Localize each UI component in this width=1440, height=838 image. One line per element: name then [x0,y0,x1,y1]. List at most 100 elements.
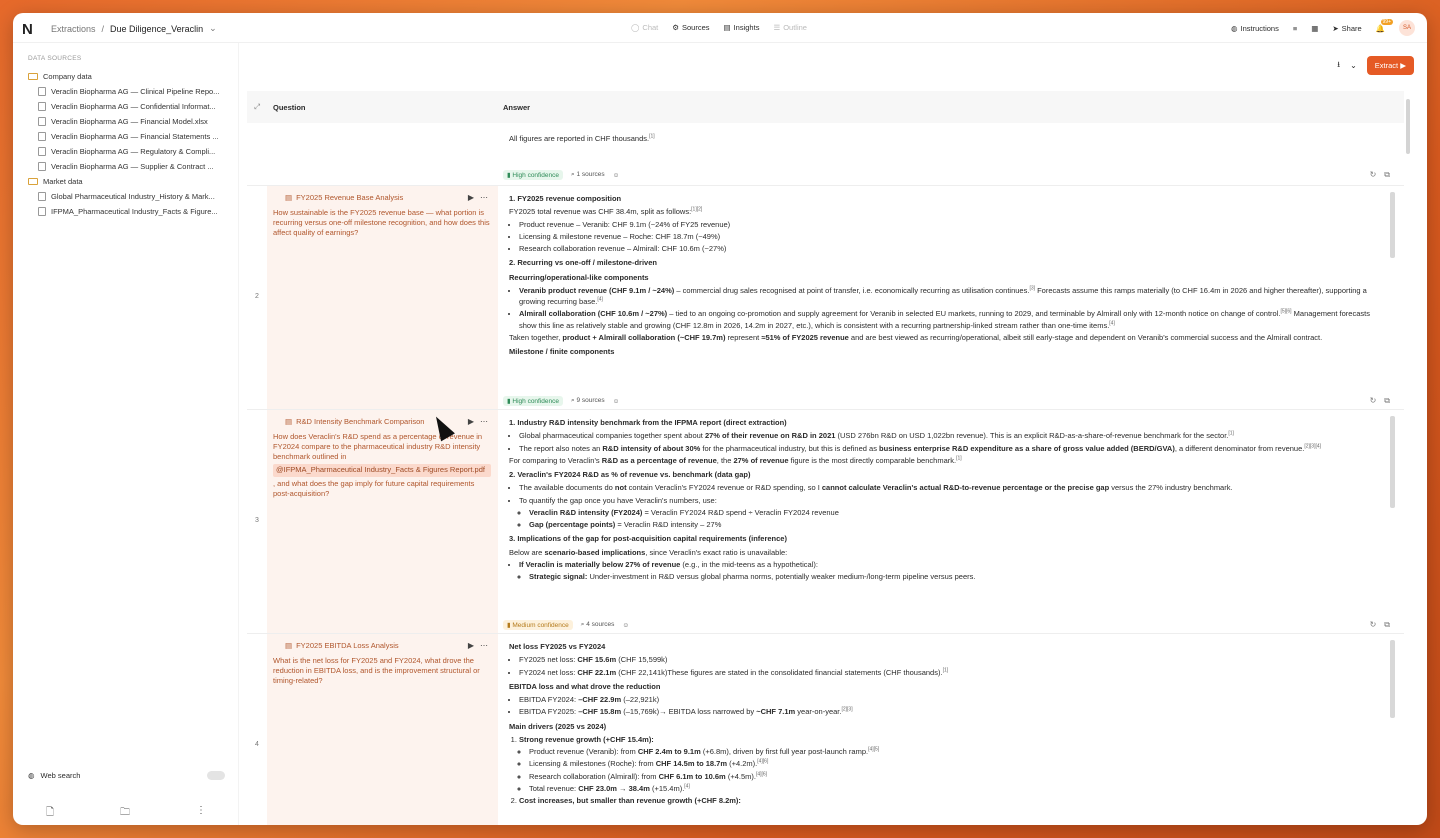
list-item: The report also notes an R&D intensity o… [519,443,1387,454]
table-header: ⤢ Question Answer [247,91,1404,123]
avatar[interactable]: SA [1399,20,1415,36]
user-icon[interactable]: ☺ [613,172,620,179]
send-icon: ➤ [1332,23,1339,33]
app-window: N Extractions / Due Diligence_Veraclin ⌄… [13,13,1427,825]
more-icon[interactable]: ⋯ [480,417,488,426]
tab-chat[interactable]: ◯ Chat [631,23,658,32]
sources-count[interactable]: ⌕ 1 sources [571,171,605,179]
refresh-icon[interactable]: ↻ [1370,396,1377,406]
answer-heading: 2. Veraclin's FY2024 R&D as % of revenue… [509,470,751,479]
answer-heading: 3. Implications of the gap for post-acqu… [509,534,787,544]
row-actions: ↻ ⧉ [1370,396,1390,406]
cell-scrollbar[interactable] [1390,416,1395,508]
tag-icon: ⌕ [571,397,575,404]
copy-icon[interactable]: ⧉ [1384,396,1390,406]
file-item[interactable]: Veraclin Biopharma AG — Clinical Pipelin… [28,84,228,99]
file-item[interactable]: IFPMA_Pharmaceutical Industry_Facts & Fi… [28,204,228,219]
confidence-badge: ▮ Medium confidence [503,620,573,630]
cell-scrollbar[interactable] [1390,640,1395,718]
file-item[interactable]: Veraclin Biopharma AG — Financial Model.… [28,114,228,129]
tab-sources-label: Sources [681,23,710,32]
data-sources-heading: DATA SOURCES [28,55,82,62]
question-cell[interactable]: ▤ FY2025 EBITDA Loss Analysis ▶ ⋯ What is … [267,634,498,825]
file-label: Veraclin Biopharma AG — Financial Model.… [51,117,208,126]
crumb-extractions[interactable]: Extractions [51,24,96,34]
copy-icon[interactable]: ⧉ [1384,170,1390,180]
confidence-label: High confidence [512,172,560,179]
user-icon[interactable]: ☺ [622,622,629,629]
folder-market-data[interactable]: Market data [28,174,228,189]
tab-sources[interactable]: ⚙ Sources [672,23,709,32]
notification-badge: 99+ [1380,18,1393,25]
play-icon[interactable]: ▶ [468,417,474,426]
instructions-button[interactable]: ◍ Instructions [1231,24,1279,33]
list-item: EBITDA FY2024: –CHF 22.9m (–22,921k) [519,694,1387,705]
tab-outline[interactable]: ☰ Outline [773,23,807,32]
share-label: Share [1341,23,1362,33]
list-item: EBITDA FY2025: –CHF 15.8m (–15,769k)→ EB… [519,706,1387,717]
notification-icon[interactable]: 🔔 99+ [1376,18,1393,33]
share-button[interactable]: ➤ Share [1332,24,1361,33]
question-cell[interactable]: ▤ FY2025 Revenue Base Analysis ▶ ⋯ How sus… [267,186,498,409]
user-icon[interactable]: ☺ [613,398,620,405]
grid-icon[interactable]: ▦ [1311,24,1318,33]
file-mention[interactable]: @IFPMA_Pharmaceutical Industry_Facts & F… [273,464,491,477]
sidebar-footer: 🗋 🗀 ⋮ [13,805,239,822]
list-item: Licensing & milestone revenue – Roche: C… [519,231,1387,242]
globe-icon: ◍ [28,770,35,780]
file-item[interactable]: Veraclin Biopharma AG — Confidential Inf… [28,99,228,114]
more-icon[interactable]: ⋯ [480,641,488,650]
refresh-icon[interactable]: ↻ [1370,620,1377,630]
file-label: Veraclin Biopharma AG — Confidential Inf… [51,102,216,111]
file-icon [38,117,46,126]
row-meta: ▮ High confidence ⌕ 9 sources ☺ [503,396,619,406]
citation[interactable]: [1] [649,134,655,140]
cell-scrollbar[interactable] [1390,192,1395,258]
table-row: 4 ▤ FY2025 EBITDA Loss Analysis ▶ ⋯ What i… [247,634,1404,825]
app-logo[interactable]: N [22,21,33,38]
copy-icon[interactable]: ⧉ [1384,620,1390,630]
file-item[interactable]: Global Pharmaceutical Industry_History &… [28,189,228,204]
row-actions: ↻ ⧉ [1370,170,1390,180]
sources-count[interactable]: ⌕ 4 sources [581,621,615,629]
question-cell[interactable]: ▤ R&D Intensity Benchmark Comparison ▶ ⋯ H… [267,410,498,633]
file-item[interactable]: Veraclin Biopharma AG — Financial Statem… [28,129,228,144]
confidence-label: High confidence [512,398,560,405]
list-item: Almirall collaboration (CHF 10.6m / ~27%… [519,308,1387,331]
extract-button[interactable]: Extract ▶ [1366,56,1414,75]
more-icon[interactable]: ⋮ [196,805,206,822]
chat-icon: ◯ [631,23,640,32]
file-item[interactable]: Veraclin Biopharma AG — Supplier & Contr… [28,159,228,174]
more-icon[interactable]: ⋯ [480,193,488,202]
source-tree: Company data Veraclin Biopharma AG — Cli… [28,69,228,219]
chevron-down-icon[interactable]: ⌄ [1350,61,1357,70]
folder-company-data[interactable]: Company data [28,69,228,84]
list-item: Research collaboration (Almirall): from … [529,771,1387,782]
filter-icon[interactable]: ≡ [1293,24,1297,33]
crumb-current[interactable]: Due Diligence_Veraclin [110,24,203,34]
web-search-toggle[interactable] [207,770,225,780]
tab-insights[interactable]: ▤ Insights [724,23,760,32]
download-icon[interactable]: ⭳ [1337,59,1340,73]
list-item: Cost increases, but smaller than revenue… [519,795,1387,806]
add-folder-icon[interactable]: 🗀 [120,805,130,822]
answer-text: For comparing to Veraclin's R&D as a per… [509,455,962,465]
file-item[interactable]: Veraclin Biopharma AG — Regulatory & Com… [28,144,228,159]
refresh-icon[interactable]: ↻ [1370,170,1377,180]
expand-icon[interactable]: ⤢ [247,102,267,112]
confidence-label: Medium confidence [512,622,569,629]
row-number: 3 [255,517,259,524]
chevron-down-icon[interactable]: ⌄ [209,23,217,34]
add-file-icon[interactable]: 🗋 [46,805,54,822]
list-item: Product revenue – Veranib: CHF 9.1m (~24… [519,219,1387,230]
play-icon[interactable]: ▶ [468,641,474,650]
right-nav: ◍ Instructions ≡ ▦ ➤ Share 🔔 99+ SA [1231,18,1415,36]
row-actions: ↻ ⧉ [1370,620,1390,630]
scrollbar[interactable] [1404,91,1412,811]
bar-chart-icon: ▮ [507,398,511,405]
top-actions: ⭳ ⌄ Extract ▶ [1337,56,1414,75]
scrollbar-thumb[interactable] [1406,99,1410,154]
play-icon[interactable]: ▶ [468,193,474,202]
sources-count[interactable]: ⌕ 9 sources [571,397,605,405]
tag-icon: ⌕ [580,621,585,628]
